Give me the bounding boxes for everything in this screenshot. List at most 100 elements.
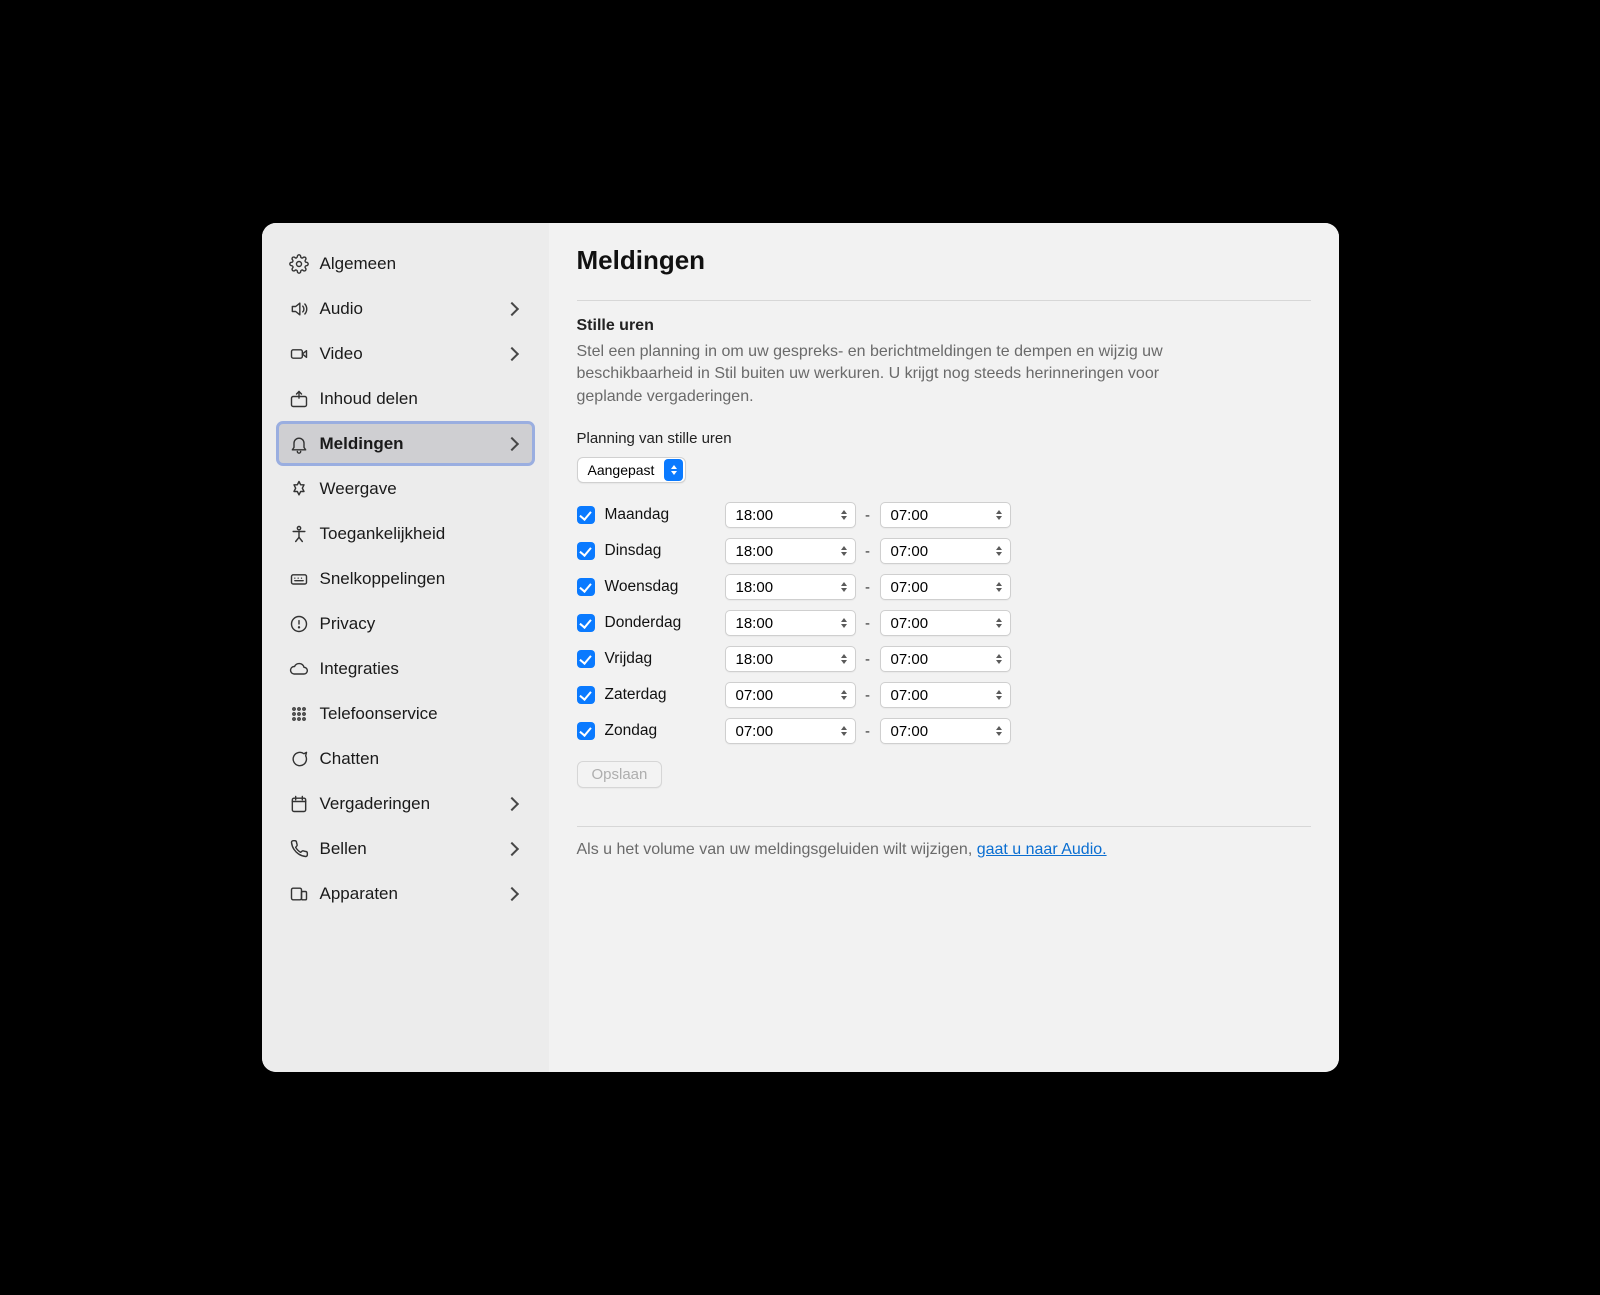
time-to-value: 07:00 [891, 651, 993, 668]
keyboard-icon [288, 568, 310, 590]
day-enable-checkbox[interactable] [577, 722, 595, 740]
day-row: Donderdag18:00-07:00 [577, 605, 1311, 641]
day-enable-checkbox[interactable] [577, 650, 595, 668]
sidebar-item-label: Video [320, 344, 507, 364]
stepper-icon[interactable] [993, 726, 1006, 736]
stepper-icon[interactable] [838, 510, 851, 520]
day-row: Zondag07:00-07:00 [577, 713, 1311, 749]
time-from-value: 18:00 [736, 615, 838, 632]
time-to-input[interactable]: 07:00 [880, 718, 1011, 744]
sidebar-item-inhoud-delen[interactable]: Inhoud delen [276, 376, 535, 421]
sidebar-item-label: Toegankelijkheid [320, 524, 523, 544]
chevron-right-icon [504, 886, 518, 900]
sidebar-item-privacy[interactable]: Privacy [276, 601, 535, 646]
calendar-icon [288, 793, 310, 815]
phone-icon [288, 838, 310, 860]
chevron-right-icon [504, 346, 518, 360]
time-to-input[interactable]: 07:00 [880, 574, 1011, 600]
sidebar-item-label: Inhoud delen [320, 389, 523, 409]
range-dash: - [856, 723, 880, 740]
stepper-icon[interactable] [993, 510, 1006, 520]
sidebar-item-chatten[interactable]: Chatten [276, 736, 535, 781]
stepper-icon[interactable] [993, 654, 1006, 664]
sidebar-item-apparaten[interactable]: Apparaten [276, 871, 535, 916]
sidebar-item-audio[interactable]: Audio [276, 286, 535, 331]
time-from-input[interactable]: 18:00 [725, 574, 856, 600]
quiet-hours-heading: Stille uren [577, 317, 1311, 335]
day-row: Maandag18:00-07:00 [577, 497, 1311, 533]
time-from-input[interactable]: 07:00 [725, 718, 856, 744]
time-from-input[interactable]: 18:00 [725, 610, 856, 636]
stepper-icon[interactable] [838, 726, 851, 736]
sidebar-item-integraties[interactable]: Integraties [276, 646, 535, 691]
audio-link[interactable]: gaat u naar Audio. [977, 841, 1107, 858]
schedule-mode-value: Aangepast [588, 462, 663, 478]
stepper-icon[interactable] [838, 546, 851, 556]
time-from-value: 07:00 [736, 723, 838, 740]
day-enable-checkbox[interactable] [577, 506, 595, 524]
time-to-value: 07:00 [891, 507, 993, 524]
time-from-value: 18:00 [736, 651, 838, 668]
time-to-input[interactable]: 07:00 [880, 610, 1011, 636]
day-label: Maandag [605, 506, 725, 524]
day-label: Zaterdag [605, 686, 725, 704]
sidebar-item-algemeen[interactable]: Algemeen [276, 241, 535, 286]
sidebar-item-label: Integraties [320, 659, 523, 679]
day-label: Dinsdag [605, 542, 725, 560]
divider [577, 300, 1311, 301]
time-from-input[interactable]: 18:00 [725, 538, 856, 564]
time-from-input[interactable]: 07:00 [725, 682, 856, 708]
time-to-input[interactable]: 07:00 [880, 502, 1011, 528]
appearance-icon [288, 478, 310, 500]
day-enable-checkbox[interactable] [577, 542, 595, 560]
stepper-icon[interactable] [838, 582, 851, 592]
day-label: Woensdag [605, 578, 725, 596]
share-icon [288, 388, 310, 410]
time-to-input[interactable]: 07:00 [880, 646, 1011, 672]
time-from-input[interactable]: 18:00 [725, 646, 856, 672]
sidebar-item-toegankelijkheid[interactable]: Toegankelijkheid [276, 511, 535, 556]
day-label: Donderdag [605, 614, 725, 632]
sidebar-item-snelkoppelingen[interactable]: Snelkoppelingen [276, 556, 535, 601]
sidebar: Algemeen Audio Video Inhoud delen MeldingenW… [262, 223, 549, 1072]
sidebar-item-bellen[interactable]: Bellen [276, 826, 535, 871]
stepper-icon[interactable] [838, 690, 851, 700]
sidebar-item-label: Privacy [320, 614, 523, 634]
sidebar-item-vergaderingen[interactable]: Vergaderingen [276, 781, 535, 826]
save-button[interactable]: Opslaan [577, 761, 663, 788]
stepper-icon[interactable] [838, 618, 851, 628]
time-to-value: 07:00 [891, 579, 993, 596]
sidebar-item-telefoonservice[interactable]: Telefoonservice [276, 691, 535, 736]
page-title: Meldingen [577, 245, 1311, 276]
schedule-mode-dropdown[interactable]: Aangepast [577, 457, 687, 483]
stepper-icon[interactable] [838, 654, 851, 664]
time-from-value: 18:00 [736, 507, 838, 524]
stepper-icon[interactable] [993, 546, 1006, 556]
stepper-icon[interactable] [993, 582, 1006, 592]
sidebar-item-label: Telefoonservice [320, 704, 523, 724]
range-dash: - [856, 651, 880, 668]
footnote-text: Als u het volume van uw meldingsgeluiden… [577, 841, 977, 858]
footnote: Als u het volume van uw meldingsgeluiden… [577, 826, 1311, 859]
sidebar-item-label: Algemeen [320, 254, 523, 274]
day-enable-checkbox[interactable] [577, 578, 595, 596]
day-enable-checkbox[interactable] [577, 686, 595, 704]
day-row: Zaterdag07:00-07:00 [577, 677, 1311, 713]
sidebar-item-meldingen[interactable]: Meldingen [276, 421, 535, 466]
stepper-icon[interactable] [993, 690, 1006, 700]
time-from-value: 18:00 [736, 579, 838, 596]
quiet-hours-schedule: Maandag18:00-07:00Dinsdag18:00-07:00Woen… [577, 497, 1311, 749]
day-label: Vrijdag [605, 650, 725, 668]
stepper-icon[interactable] [993, 618, 1006, 628]
chevron-right-icon [504, 301, 518, 315]
sidebar-item-video[interactable]: Video [276, 331, 535, 376]
time-to-input[interactable]: 07:00 [880, 538, 1011, 564]
time-from-input[interactable]: 18:00 [725, 502, 856, 528]
sidebar-item-weergave[interactable]: Weergave [276, 466, 535, 511]
time-to-input[interactable]: 07:00 [880, 682, 1011, 708]
day-enable-checkbox[interactable] [577, 614, 595, 632]
bell-icon [288, 433, 310, 455]
day-row: Woensdag18:00-07:00 [577, 569, 1311, 605]
sidebar-item-label: Audio [320, 299, 507, 319]
time-from-value: 07:00 [736, 687, 838, 704]
